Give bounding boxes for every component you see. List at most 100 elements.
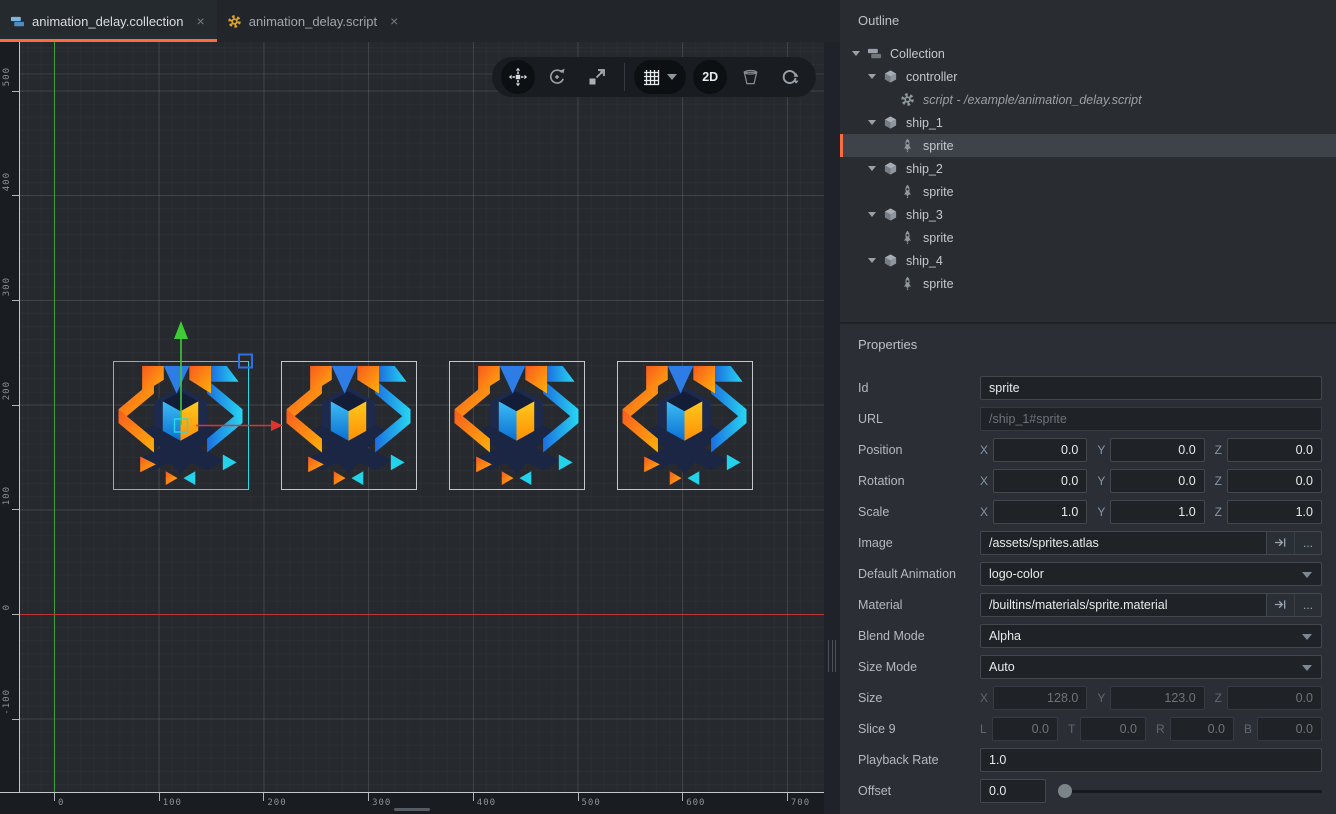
slider-thumb[interactable]	[1058, 784, 1072, 798]
open-resource-button[interactable]	[1267, 594, 1294, 616]
ship-sprite-4[interactable]	[617, 361, 753, 490]
defold-logo-sprite[interactable]	[620, 364, 749, 487]
grid-toggle-button[interactable]	[634, 60, 686, 94]
property-row-size: Size X 128.0Y 123.0Z 0.0	[840, 682, 1336, 713]
outline-title: Outline	[840, 0, 1336, 28]
expand-caret-icon[interactable]	[868, 74, 876, 79]
property-label: Rotation	[858, 474, 980, 488]
2d-mode-button[interactable]: 2D	[693, 60, 727, 94]
property-label: Slice 9	[858, 722, 980, 736]
chevron-down-icon	[1302, 572, 1312, 578]
position-z-field[interactable]: 0.0	[1227, 438, 1322, 462]
outline-item-controller[interactable]: controller	[840, 65, 1336, 88]
slice-9-l-field[interactable]: 0.0	[992, 717, 1058, 741]
expand-caret-icon[interactable]	[852, 51, 860, 56]
scale-tool-button[interactable]	[580, 60, 614, 94]
outline-panel: Outline Collection controller script - /…	[840, 0, 1336, 324]
slice-9-b-field[interactable]: 0.0	[1257, 717, 1322, 741]
position-x-field[interactable]: 0.0	[993, 438, 1087, 462]
outline-item-sprite[interactable]: sprite	[840, 134, 1336, 157]
size-y-field[interactable]: 123.0	[1110, 686, 1204, 710]
defold-logo-sprite[interactable]	[452, 364, 581, 487]
properties-panel: Properties Id spriteURL /ship_1#spritePo…	[840, 324, 1336, 814]
gameobject-cube-icon	[883, 207, 898, 222]
property-row-playback-rate: Playback Rate 1.0	[840, 744, 1336, 775]
position-y-field[interactable]: 0.0	[1110, 438, 1204, 462]
chevron-down-icon	[1302, 665, 1312, 671]
rotation-z-field[interactable]: 0.0	[1227, 469, 1322, 493]
tab-label: animation_delay.script	[249, 14, 377, 29]
size-z-field[interactable]: 0.0	[1227, 686, 1322, 710]
outline-item-label: sprite	[923, 231, 954, 245]
scale-z-field[interactable]: 1.0	[1227, 500, 1322, 524]
chevron-down-icon[interactable]	[667, 74, 677, 80]
browse-resource-button[interactable]: ...	[1294, 532, 1321, 554]
rotation-y-field[interactable]: 0.0	[1110, 469, 1204, 493]
image-resource-field[interactable]: /assets/sprites.atlas	[980, 531, 1266, 555]
slice-9-r-field[interactable]: 0.0	[1170, 717, 1234, 741]
url-field[interactable]: /ship_1#sprite	[980, 407, 1322, 431]
playback rate-field[interactable]: 1.0	[980, 748, 1322, 772]
property-row-position: Position X 0.0Y 0.0Z 0.0	[840, 434, 1336, 465]
outline-item-ship_3[interactable]: ship_3	[840, 203, 1336, 226]
outline-item-ship_2[interactable]: ship_2	[840, 157, 1336, 180]
property-row-default-animation: Default Animation logo-color	[840, 558, 1336, 589]
ship-sprite-1-selected[interactable]	[113, 361, 249, 490]
browse-resource-button[interactable]: ...	[1294, 594, 1321, 616]
frustum-culling-button[interactable]	[734, 60, 768, 94]
defold-logo-sprite[interactable]	[116, 364, 245, 487]
outline-item-Collection[interactable]: Collection	[840, 42, 1336, 65]
move-tool-button[interactable]	[501, 60, 535, 94]
property-label: Image	[858, 536, 980, 550]
axis-label-l: L	[980, 722, 987, 736]
property-row-slice-9: Slice 9 L 0.0T 0.0R 0.0B 0.0	[840, 713, 1336, 744]
default-animation-dropdown[interactable]: logo-color	[980, 562, 1322, 586]
gameobject-cube-icon	[883, 115, 898, 130]
blend-mode-dropdown[interactable]: Alpha	[980, 624, 1322, 648]
expand-caret-icon[interactable]	[868, 258, 876, 263]
id-field[interactable]: sprite	[980, 376, 1322, 400]
defold-logo-sprite[interactable]	[284, 364, 413, 487]
ship-sprite-2[interactable]	[281, 361, 417, 490]
ruler-tick	[12, 719, 19, 720]
outline-item-ship_4[interactable]: ship_4	[840, 249, 1336, 272]
offset-slider[interactable]	[1058, 779, 1322, 803]
sprite-rocket-icon	[900, 276, 915, 291]
outline-item-ship_1[interactable]: ship_1	[840, 111, 1336, 134]
expand-caret-icon[interactable]	[868, 212, 876, 217]
offset-field[interactable]: 0.0	[980, 779, 1046, 803]
size-mode-dropdown[interactable]: Auto	[980, 655, 1322, 679]
slice-9-t-field[interactable]: 0.0	[1080, 717, 1146, 741]
slider-track[interactable]	[1066, 790, 1322, 793]
outline-item-sprite[interactable]: sprite	[840, 180, 1336, 203]
rotation-x-field[interactable]: 0.0	[993, 469, 1087, 493]
close-icon[interactable]: ×	[390, 13, 398, 29]
pane-splitter[interactable]	[824, 42, 840, 814]
outline-item-label: script - /example/animation_delay.script	[923, 93, 1142, 107]
x-axis-line	[20, 614, 824, 615]
material-resource-field[interactable]: /builtins/materials/sprite.material	[980, 593, 1266, 617]
rotate-tool-button[interactable]	[541, 60, 575, 94]
splitter-grip[interactable]	[828, 640, 836, 672]
scale-y-field[interactable]: 1.0	[1110, 500, 1204, 524]
open-resource-button[interactable]	[1267, 532, 1294, 554]
expand-caret-icon[interactable]	[868, 120, 876, 125]
ship-sprite-3[interactable]	[449, 361, 585, 490]
expand-caret-icon[interactable]	[868, 166, 876, 171]
close-icon[interactable]: ×	[197, 13, 205, 29]
ruler-label: 700	[791, 798, 810, 808]
editor-tab-animation_delay.collection[interactable]: animation_delay.collection ×	[0, 0, 217, 42]
outline-item-label: sprite	[923, 277, 954, 291]
outline-item-sprite[interactable]: sprite	[840, 272, 1336, 295]
outline-item-sprite[interactable]: sprite	[840, 226, 1336, 249]
scene-canvas[interactable]: 500 400 300 200 100 0 -100 0 100 200 300…	[0, 42, 824, 814]
property-label: Position	[858, 443, 980, 457]
refresh-button[interactable]	[773, 60, 807, 94]
size-x-field[interactable]: 128.0	[993, 686, 1087, 710]
scale-x-field[interactable]: 1.0	[993, 500, 1087, 524]
horizontal-scrollbar-grip[interactable]	[394, 808, 430, 811]
outline-item-script[interactable]: script - /example/animation_delay.script	[840, 88, 1336, 111]
editor-tab-animation_delay.script[interactable]: animation_delay.script ×	[217, 0, 411, 42]
scene-toolbar: 2D	[492, 57, 816, 97]
frustum-icon	[741, 68, 760, 87]
